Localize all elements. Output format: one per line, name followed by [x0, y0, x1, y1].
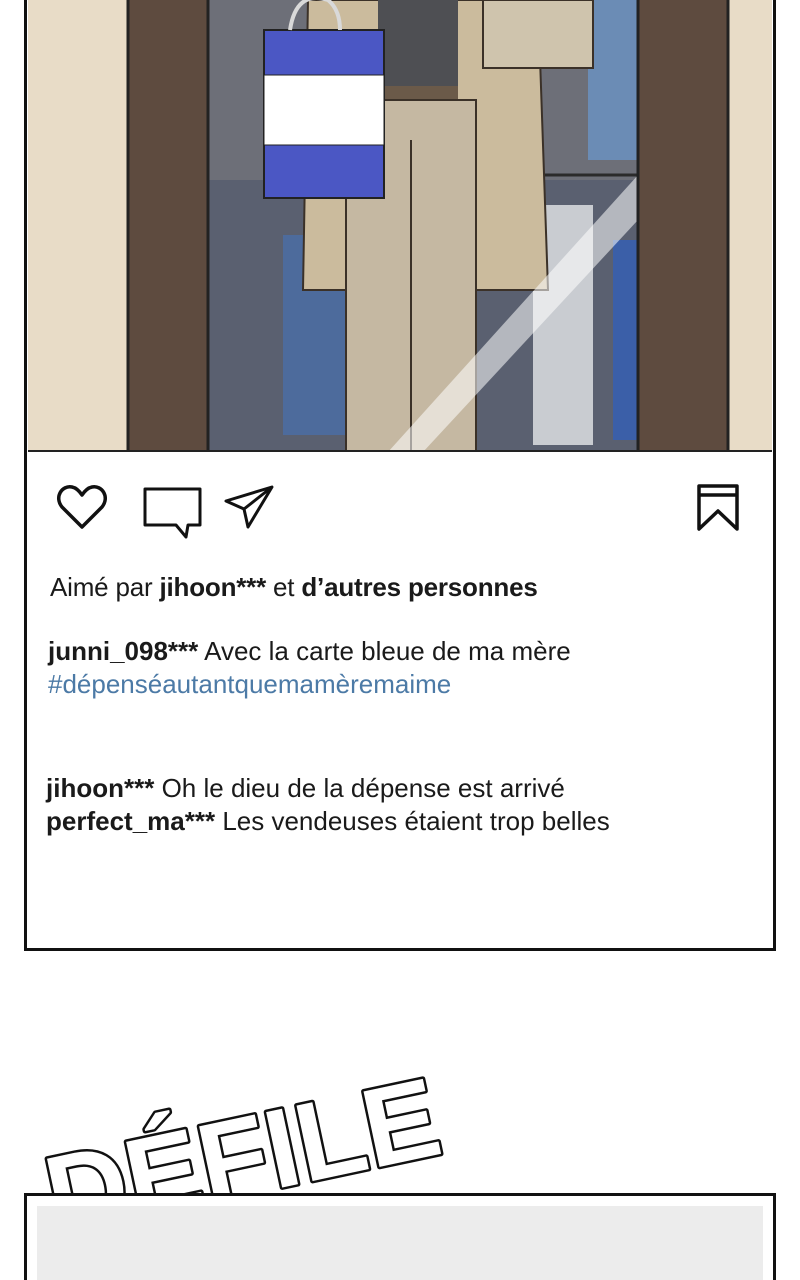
next-post-photo[interactable] — [37, 1206, 763, 1280]
comment-item: jihoon*** Oh le dieu de la dépense est a… — [46, 772, 610, 805]
post-caption: junni_098*** Avec la carte bleue de ma m… — [48, 635, 571, 701]
post-actions — [52, 483, 752, 543]
caption-line: junni_098*** Avec la carte bleue de ma m… — [48, 636, 571, 666]
fitting-room-illustration — [28, 0, 772, 450]
likes-summary: Aimé par jihoon*** et d’autres personnes — [50, 572, 538, 603]
post-photo[interactable] — [28, 0, 772, 452]
caption-username[interactable]: junni_098*** — [48, 636, 198, 666]
heart-icon[interactable] — [56, 483, 108, 531]
liker-username[interactable]: jihoon*** — [159, 572, 266, 602]
comment-text: Oh le dieu de la dépense est arrivé — [161, 773, 565, 803]
likes-joiner: et — [273, 572, 295, 602]
comment-username[interactable]: jihoon*** — [46, 773, 154, 803]
caption-text: Avec la carte bleue de ma mère — [204, 636, 571, 666]
comment-list: jihoon*** Oh le dieu de la dépense est a… — [46, 772, 610, 838]
bookmark-icon[interactable] — [696, 483, 740, 533]
comment-item: perfect_ma*** Les vendeuses étaient trop… — [46, 805, 610, 838]
comment-text: Les vendeuses étaient trop belles — [222, 806, 610, 836]
share-icon[interactable] — [222, 483, 278, 531]
next-post-card — [24, 1193, 776, 1280]
caption-hashtag[interactable]: #dépenséautantquemamèremaime — [48, 668, 571, 701]
comment-username[interactable]: perfect_ma*** — [46, 806, 215, 836]
comment-icon[interactable] — [142, 483, 204, 541]
likes-others-link[interactable]: d’autres personnes — [301, 572, 537, 602]
likes-prefix: Aimé par — [50, 572, 153, 602]
